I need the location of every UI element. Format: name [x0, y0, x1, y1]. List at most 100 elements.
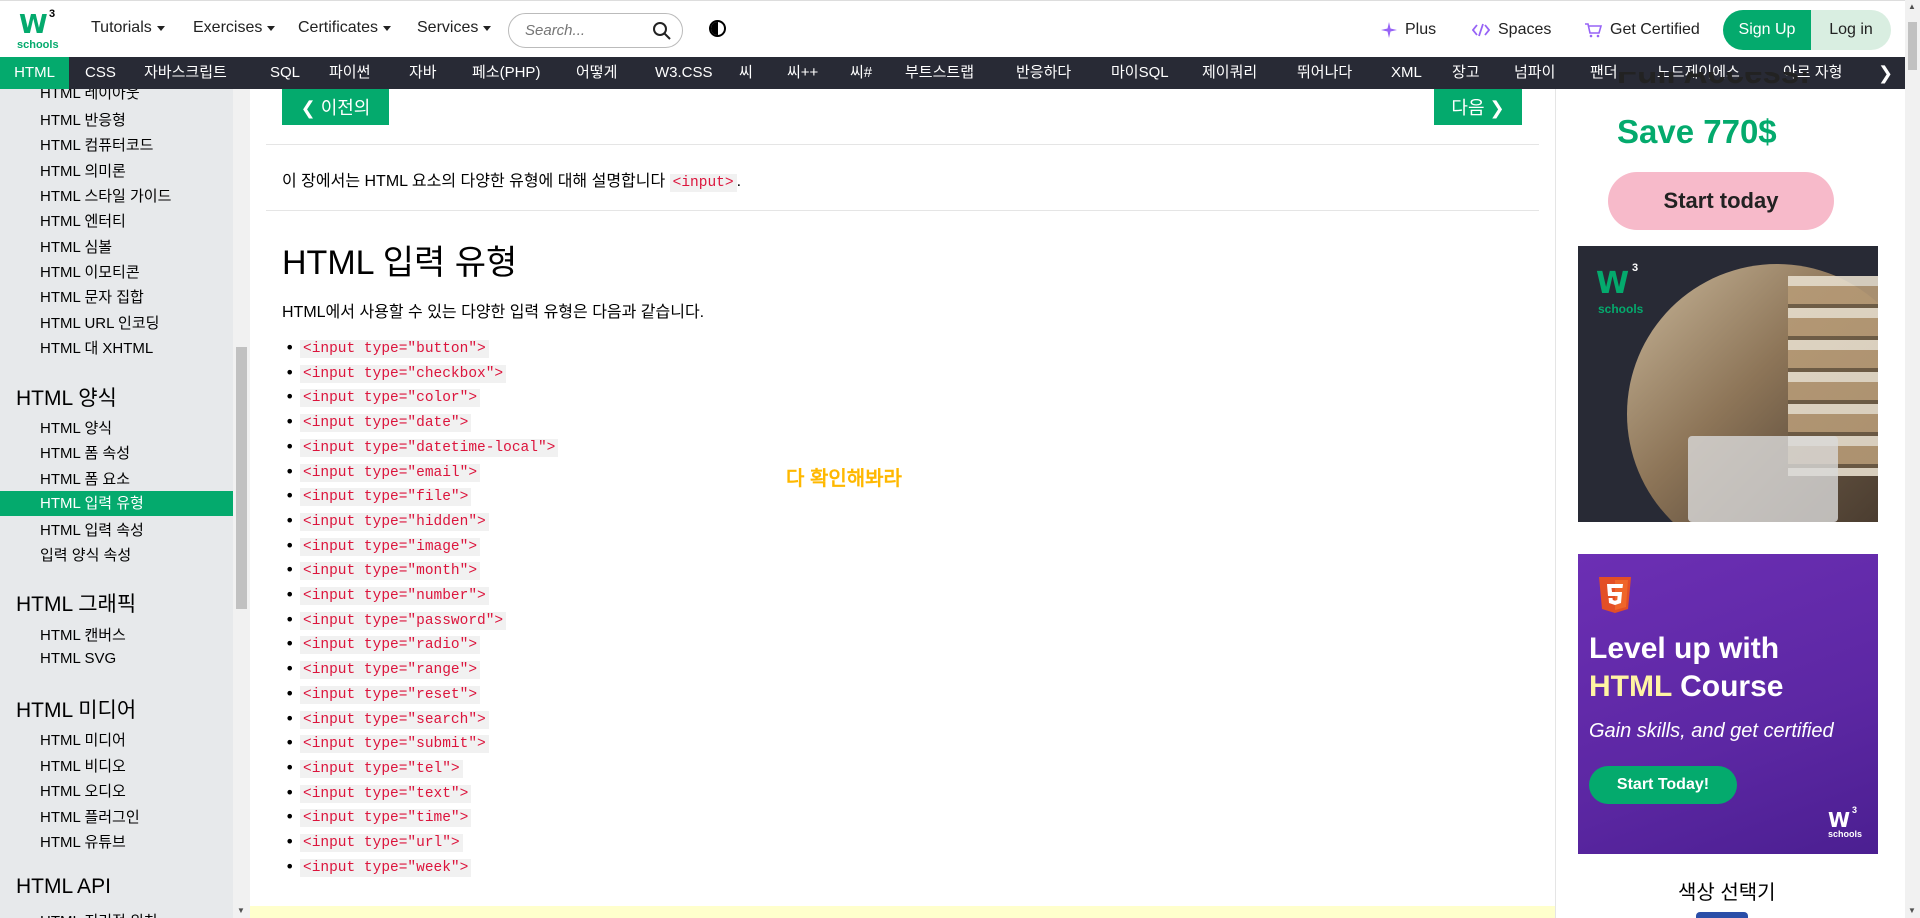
cart-icon — [1585, 23, 1602, 38]
sidebar-item[interactable]: HTML 의미론 — [40, 160, 126, 181]
sidebar-item[interactable]: HTML 컴퓨터코드 — [40, 134, 153, 155]
inline-code: <input> — [669, 174, 737, 192]
menu-services[interactable]: Services — [417, 19, 492, 37]
intro-text: 이 장에서는 HTML 요소의 다양한 유형에 대해 설명합니다 — [282, 173, 670, 190]
plus-link[interactable]: Plus — [1381, 21, 1436, 39]
sidebar-item[interactable]: HTML 미디어 — [40, 729, 126, 750]
input-type-code: <input type="password"> — [300, 611, 507, 630]
lang-tab[interactable]: 씨 — [739, 57, 753, 89]
code-icon — [1472, 23, 1490, 37]
course-ad-banner[interactable]: Level up with HTML Course Gain skills, a… — [1578, 554, 1878, 854]
list-item: <input type="file"> — [285, 486, 472, 507]
page-scrollbar-thumb[interactable] — [1908, 22, 1917, 70]
sidebar-item-active[interactable]: HTML 입력 유형 — [0, 491, 233, 516]
logo-sup: 3 — [49, 8, 56, 20]
contrast-toggle-icon[interactable] — [709, 20, 726, 37]
list-item: <input type="button"> — [285, 338, 489, 358]
search-box — [508, 13, 683, 48]
sidebar-item[interactable]: HTML SVG — [40, 650, 116, 667]
sidebar-item[interactable]: HTML 오디오 — [40, 780, 126, 801]
sidebar-item[interactable]: HTML 입력 속성 — [40, 519, 144, 540]
w3schools-logo[interactable]: W 3 schools — [16, 7, 59, 51]
start-today-course-button[interactable]: Start Today! — [1589, 766, 1737, 804]
lang-tab[interactable]: W3.CSS — [655, 57, 713, 89]
lang-tab[interactable]: XML — [1391, 57, 1422, 89]
lang-tab[interactable]: 넘파이 — [1514, 57, 1555, 89]
chevron-right-icon[interactable]: ❯ — [1878, 57, 1893, 89]
ad-logo-word: schools — [1598, 302, 1644, 316]
search-input[interactable] — [525, 22, 645, 39]
sidebar-item[interactable]: 입력 양식 속성 — [40, 544, 131, 565]
input-type-code: <input type="week"> — [300, 858, 472, 877]
menu-exercises[interactable]: Exercises — [193, 19, 276, 37]
course-title-rest: Course — [1671, 670, 1784, 703]
lang-tab[interactable]: 장고 — [1452, 57, 1480, 89]
lang-tab[interactable]: 팬더 — [1590, 57, 1618, 89]
sidebar-item[interactable]: HTML 이모티콘 — [40, 261, 140, 282]
lang-tab[interactable]: 페소(PHP) — [472, 57, 540, 89]
course-ad-logo: W 3 schools — [1828, 805, 1868, 848]
sidebar-item[interactable]: HTML 비디오 — [40, 755, 126, 776]
input-type-code: <input type="submit"> — [300, 735, 489, 754]
input-type-code: <input type="datetime-local"> — [300, 438, 559, 457]
scroll-down-icon[interactable]: ▼ — [1908, 906, 1916, 915]
sidebar-item[interactable]: HTML URL 인코딩 — [40, 312, 159, 333]
scroll-down-icon[interactable]: ▼ — [237, 906, 245, 915]
lang-tab[interactable]: 반응하다 — [1016, 57, 1071, 89]
list-item: <input type="range"> — [285, 659, 481, 680]
get-certified-link[interactable]: Get Certified — [1584, 21, 1700, 39]
lang-tab[interactable]: 뛰어나다 — [1297, 57, 1352, 89]
lang-tab[interactable]: 자바 — [409, 57, 437, 89]
sidebar-item[interactable]: HTML 반응형 — [40, 109, 126, 130]
sidebar-item[interactable]: HTML 대 XHTML — [40, 337, 153, 358]
page-scrollbar[interactable] — [1905, 0, 1920, 918]
lang-tab[interactable]: SQL — [270, 57, 300, 89]
lang-tab[interactable]: 자바스크립트 — [144, 57, 227, 89]
sign-up-button[interactable]: Sign Up — [1723, 10, 1811, 50]
lang-tab[interactable]: 어떻게 — [576, 57, 617, 89]
sidebar-item[interactable]: HTML 스타일 가이드 — [40, 185, 171, 206]
lang-tab[interactable]: 씨# — [850, 57, 872, 89]
sidebar-item[interactable]: HTML 심볼 — [40, 236, 112, 257]
sidebar-item[interactable]: HTML 폼 요소 — [40, 468, 130, 489]
scroll-up-icon[interactable]: ▲ — [1908, 2, 1916, 11]
menu-label: Services — [417, 19, 479, 36]
sidebar-item[interactable]: HTML 문자 집합 — [40, 286, 144, 307]
sidebar-item[interactable]: HTML 캔버스 — [40, 624, 126, 645]
sidebar-scrollbar-thumb[interactable] — [236, 347, 247, 609]
menu-tutorials[interactable]: Tutorials — [91, 19, 165, 37]
lang-tab[interactable]: 마이SQL — [1111, 57, 1169, 89]
lang-tab-html[interactable]: HTML — [0, 57, 69, 89]
spaces-link[interactable]: Spaces — [1472, 21, 1551, 39]
menu-certificates[interactable]: Certificates — [298, 19, 392, 37]
course-logo-word: schools — [1828, 829, 1863, 839]
sidebar-item[interactable]: HTML 양식 — [40, 417, 112, 438]
sidebar-item[interactable]: HTML 플러그인 — [40, 806, 140, 827]
sidebar-item[interactable]: HTML 레이아웃 — [40, 89, 140, 103]
search-icon[interactable] — [652, 21, 672, 41]
sidebar-item[interactable]: HTML 폼 속성 — [40, 442, 130, 463]
lang-tab[interactable]: 씨++ — [787, 57, 818, 89]
sidebar-item[interactable]: HTML 지리적 위치 — [40, 910, 158, 918]
list-item: <input type="hidden"> — [285, 511, 489, 531]
sidebar-item[interactable]: HTML 유튜브 — [40, 831, 126, 852]
lang-tab[interactable]: CSS — [85, 57, 116, 89]
photo-ad-banner[interactable]: W 3 schools — [1578, 246, 1878, 522]
list-item: <input type="email"> — [285, 462, 481, 482]
sparkle-icon — [1381, 22, 1397, 38]
log-in-button[interactable]: Log in — [1811, 10, 1891, 50]
lang-tab[interactable]: 부트스트랩 — [905, 57, 974, 89]
ad-logo-sup: 3 — [1632, 262, 1639, 274]
list-item: <input type="time"> — [285, 807, 472, 828]
lang-tab[interactable]: 제이쿼리 — [1202, 57, 1257, 89]
list-item: <input type="tel"> — [285, 758, 463, 778]
start-today-button[interactable]: Start today — [1608, 172, 1834, 230]
color-picker-image[interactable] — [1696, 912, 1748, 918]
divider — [266, 144, 1539, 145]
previous-button[interactable]: ❮ 이전의 — [282, 89, 389, 125]
next-button[interactable]: 다음 ❯ — [1434, 89, 1522, 125]
input-type-code: <input type="checkbox"> — [300, 364, 507, 383]
sidebar: HTML 레이아웃 HTML 반응형 HTML 컴퓨터코드 HTML 의미론 H… — [0, 89, 233, 918]
lang-tab[interactable]: 파이썬 — [329, 57, 370, 89]
sidebar-item[interactable]: HTML 엔터티 — [40, 210, 126, 231]
